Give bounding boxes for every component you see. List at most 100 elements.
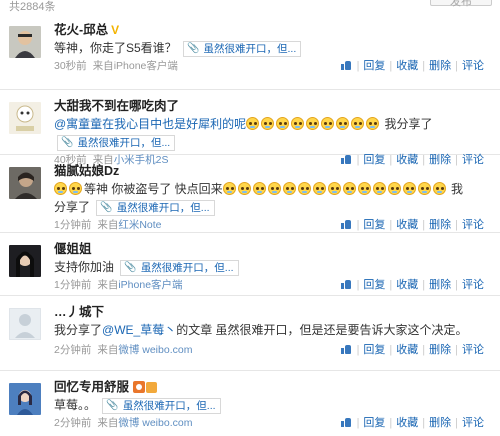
comment-button[interactable]: 评论	[458, 57, 488, 75]
link-clip-icon: 📎	[106, 399, 119, 411]
like-button[interactable]	[337, 216, 357, 234]
thumbs-up-icon	[340, 219, 352, 229]
emoji-row	[222, 182, 448, 196]
crying-emoji-icon	[342, 182, 356, 195]
favorite-button[interactable]: 收藏	[392, 341, 422, 359]
shared-article-title: 虽然很难开口，但...	[77, 136, 171, 149]
comment-text: 分享了	[54, 200, 91, 214]
comment-text: 我	[451, 182, 464, 196]
avatar[interactable]	[9, 26, 41, 58]
shared-article-link[interactable]: 📎 虽然很难开口，但...	[96, 199, 215, 216]
delete-button[interactable]: 删除	[425, 276, 455, 294]
comment-text: 的文章 虽然很难开口，但是还是要告诉大家这个决定。	[176, 323, 468, 337]
shared-article-link[interactable]: 📎 虽然很难开口，但...	[183, 40, 302, 57]
avatar[interactable]	[9, 245, 41, 277]
comment-button[interactable]: 评论	[458, 276, 488, 294]
comment-actions: | 回复 | 收藏 | 删除 | 评论	[337, 216, 488, 234]
shared-article-title: 虽然很难开口，但...	[203, 42, 297, 55]
comment-time: 1分钟前	[54, 279, 92, 291]
author-name[interactable]: 偃姐姐	[54, 240, 92, 258]
link-clip-icon: 📎	[187, 42, 200, 54]
author-name[interactable]: …丿城下	[54, 303, 104, 321]
vip-crown-icon	[146, 381, 158, 393]
source-client[interactable]: 红米Note	[118, 216, 161, 234]
favorite-button[interactable]: 收藏	[392, 57, 422, 75]
avatar[interactable]	[9, 308, 41, 340]
favorite-button[interactable]: 收藏	[392, 276, 422, 294]
comment-time: 2分钟前	[54, 344, 92, 356]
delete-button[interactable]: 删除	[425, 414, 455, 432]
shared-article-link[interactable]: 📎 虽然很难开口，但...	[57, 134, 176, 151]
comment-time: 30秒前	[54, 60, 87, 72]
like-button[interactable]	[337, 414, 357, 432]
crying-emoji-icon	[351, 117, 365, 130]
crying-emoji-icon	[69, 182, 82, 195]
crying-emoji-icon	[327, 182, 341, 195]
comment-item: 花火-邱总 V 等神，你走了S5看谁？ 📎 虽然很难开口，但... 30秒前 来自…	[0, 14, 500, 90]
source-prefix: 来自	[97, 417, 119, 429]
author-name[interactable]: 猫腻姑娘Dz	[54, 162, 119, 180]
thumbs-up-icon	[340, 60, 352, 70]
comment-actions: | 回复 | 收藏 | 删除 | 评论	[337, 414, 488, 432]
shared-article-title: 虽然很难开口，但...	[122, 399, 216, 412]
comment-time: 1分钟前	[54, 219, 92, 231]
crying-emoji-icon	[261, 117, 275, 130]
crying-emoji-icon	[417, 182, 431, 195]
comment-button[interactable]: 评论	[458, 216, 488, 234]
delete-button[interactable]: 删除	[425, 57, 455, 75]
reply-button[interactable]: 回复	[359, 216, 389, 234]
crying-emoji-icon	[297, 182, 311, 195]
comment-text: 等神 你被盗号了 快点回来	[84, 182, 223, 196]
delete-button[interactable]: 删除	[425, 216, 455, 234]
favorite-button[interactable]: 收藏	[392, 216, 422, 234]
shared-article-title: 虽然很难开口，但...	[140, 261, 234, 274]
crying-emoji-icon	[252, 182, 266, 195]
crying-emoji-icon	[336, 117, 350, 130]
comment-item: 回忆专用舒服 草莓。。 📎 虽然很难开口，但... 2分钟前 来自 微博 weib…	[0, 371, 500, 435]
reply-button[interactable]: 回复	[359, 341, 389, 359]
reply-button[interactable]: 回复	[359, 414, 389, 432]
source-prefix: 来自	[97, 344, 119, 356]
source-client[interactable]: iPhone客户端	[118, 276, 182, 294]
crying-emoji-icon	[276, 117, 290, 130]
reply-button[interactable]: 回复	[359, 57, 389, 75]
shared-article-link[interactable]: 📎 虽然很难开口，但...	[120, 259, 239, 276]
comment-actions: | 回复 | 收藏 | 删除 | 评论	[337, 276, 488, 294]
mention-link[interactable]: @寓童童在我心目中也是好犀利的呢	[54, 117, 246, 131]
crying-emoji-icon	[321, 117, 335, 130]
crying-emoji-icon	[432, 182, 446, 195]
crying-emoji-icon	[222, 182, 236, 195]
comment-item: …丿城下 我分享了@WE_草莓丶的文章 虽然很难开口，但是还是要告诉大家这个决定…	[0, 296, 500, 371]
verified-v-icon: V	[111, 23, 120, 37]
avatar[interactable]	[9, 167, 41, 199]
comment-time: 2分钟前	[54, 417, 92, 429]
source-client[interactable]: 微博 weibo.com	[118, 341, 192, 359]
delete-button[interactable]: 删除	[425, 341, 455, 359]
crying-emoji-icon	[312, 182, 326, 195]
source-client[interactable]: iPhone客户端	[114, 57, 178, 75]
source-client[interactable]: 微博 weibo.com	[118, 414, 192, 432]
crying-emoji-icon	[372, 182, 386, 195]
mention-link[interactable]: @WE_草莓丶	[102, 323, 176, 337]
author-name[interactable]: 大甜我不到在哪吃肉了	[54, 97, 179, 115]
author-name[interactable]: 花火-邱总	[54, 21, 108, 39]
like-button[interactable]	[337, 341, 357, 359]
comment-button[interactable]: 评论	[458, 414, 488, 432]
avatar[interactable]	[9, 383, 41, 415]
favorite-button[interactable]: 收藏	[392, 414, 422, 432]
comment-actions: | 回复 | 收藏 | 删除 | 评论	[337, 57, 488, 75]
source-prefix: 来自	[92, 60, 114, 72]
shared-article-link[interactable]: 📎 虽然很难开口，但...	[102, 397, 221, 414]
thumbs-up-icon	[340, 417, 352, 427]
avatar[interactable]	[9, 102, 41, 134]
like-button[interactable]	[337, 57, 357, 75]
link-clip-icon: 📎	[124, 261, 137, 273]
author-name[interactable]: 回忆专用舒服	[54, 378, 129, 396]
like-button[interactable]	[337, 276, 357, 294]
comment-item: 大甜我不到在哪吃肉了 @寓童童在我心目中也是好犀利的呢 我分享了 📎 虽然很难开口…	[0, 90, 500, 166]
emoji-row	[246, 117, 381, 131]
comment-text: 等神，你走了S5看谁？	[54, 41, 177, 55]
comment-button[interactable]: 评论	[458, 341, 488, 359]
reply-button[interactable]: 回复	[359, 276, 389, 294]
post-button[interactable]: 发布	[430, 0, 492, 8]
